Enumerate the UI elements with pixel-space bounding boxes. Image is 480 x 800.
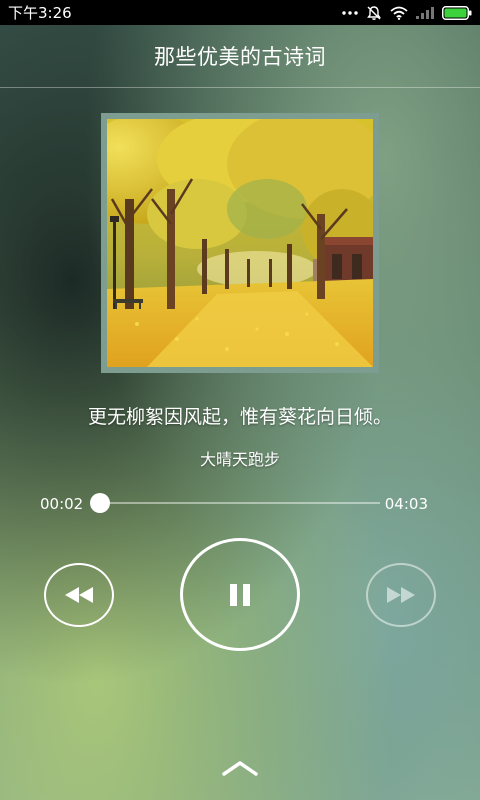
rewind-icon (65, 587, 93, 603)
wifi-icon (390, 6, 408, 20)
progress-track[interactable] (90, 493, 380, 513)
alarm-off-icon (367, 5, 381, 20)
lyric-line: 更无柳絮因风起，惟有葵花向日倾。 (87, 406, 392, 428)
time-total: 04:03 (384, 495, 428, 513)
fast-forward-icon (387, 587, 415, 603)
album-art (101, 113, 379, 373)
signal-icon (416, 6, 434, 19)
album-cover-image (107, 119, 373, 367)
page-title: 那些优美的古诗词 (154, 45, 326, 69)
next-button[interactable] (366, 563, 436, 627)
status-icons (342, 5, 480, 21)
progress-thumb[interactable] (90, 493, 111, 513)
play-pause-button[interactable] (180, 538, 300, 651)
status-time: 下午3:26 (8, 4, 72, 22)
status-bar: 下午3:26 (0, 0, 480, 25)
more-dots-icon (342, 10, 358, 15)
prev-button[interactable] (44, 563, 114, 627)
pause-icon (230, 583, 250, 606)
chevron-up-icon (222, 761, 258, 776)
title-bar: 那些优美的古诗词 (0, 25, 480, 88)
expand-handle[interactable] (220, 756, 260, 780)
artist-name: 大晴天跑步 (199, 450, 280, 469)
battery-icon (442, 5, 472, 20)
time-elapsed: 00:02 (40, 495, 84, 513)
music-player-screen: 下午3:26 那些优美的古诗词 更无柳絮因风起，惟有葵花向日倾。 大晴天跑步 0… (0, 0, 480, 800)
